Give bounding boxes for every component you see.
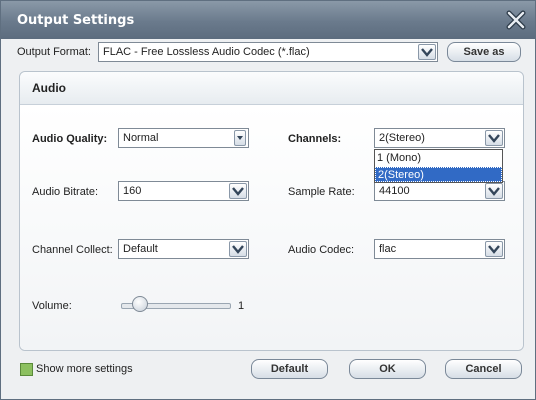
output-format-label: Output Format:: [17, 46, 91, 58]
audio-codec-select[interactable]: flac: [374, 239, 505, 259]
channels-select[interactable]: 2(Stereo): [374, 128, 505, 148]
chevron-down-icon[interactable]: [229, 241, 247, 257]
sample-rate-label: Sample Rate:: [288, 186, 355, 198]
audio-bitrate-value: 160: [123, 185, 142, 197]
volume-value: 1: [238, 300, 245, 312]
audio-codec-label: Audio Codec:: [288, 244, 355, 256]
output-settings-window: Output Settings Output Format: FLAC - Fr…: [0, 0, 536, 400]
title-bar: Output Settings: [1, 1, 535, 39]
audio-bitrate-select[interactable]: 160: [118, 181, 249, 201]
audio-quality-value: Normal: [123, 132, 159, 144]
cancel-button[interactable]: Cancel: [445, 359, 522, 379]
default-button[interactable]: Default: [251, 359, 328, 379]
chevron-down-icon[interactable]: [234, 130, 246, 146]
window-title: Output Settings: [17, 13, 135, 28]
close-icon[interactable]: [505, 9, 527, 31]
channels-dropdown-list: 1 (Mono) 2(Stereo): [374, 149, 503, 183]
show-more-checkbox[interactable]: [20, 363, 33, 376]
sample-rate-value: 44100: [379, 185, 410, 197]
volume-label: Volume:: [32, 300, 72, 312]
chevron-down-icon[interactable]: [485, 183, 503, 199]
chevron-down-icon[interactable]: [229, 183, 247, 199]
audio-bitrate-label: Audio Bitrate:: [32, 186, 99, 198]
audio-panel-header: Audio: [20, 72, 523, 105]
channels-option-mono[interactable]: 1 (Mono): [375, 151, 502, 166]
audio-panel-title: Audio: [32, 81, 66, 95]
sample-rate-select[interactable]: 44100: [374, 181, 505, 201]
audio-panel: Audio: [19, 71, 524, 351]
channels-label: Channels:: [288, 133, 342, 145]
volume-slider-thumb[interactable]: [132, 296, 148, 312]
chevron-down-icon[interactable]: [418, 44, 436, 60]
audio-quality-label: Audio Quality:: [32, 133, 108, 145]
audio-quality-select[interactable]: Normal: [118, 128, 249, 148]
channel-collect-value: Default: [123, 243, 158, 255]
channel-collect-select[interactable]: Default: [118, 239, 249, 259]
channel-collect-label: Channel Collect:: [32, 244, 113, 256]
channels-option-stereo[interactable]: 2(Stereo): [375, 167, 502, 182]
show-more-label: Show more settings: [36, 363, 133, 375]
ok-button[interactable]: OK: [349, 359, 426, 379]
output-format-value: FLAC - Free Lossless Audio Codec (*.flac…: [103, 46, 310, 58]
chevron-down-icon[interactable]: [485, 130, 503, 146]
output-format-select[interactable]: FLAC - Free Lossless Audio Codec (*.flac…: [98, 42, 438, 62]
channels-value: 2(Stereo): [379, 132, 425, 144]
audio-codec-value: flac: [379, 243, 397, 255]
chevron-down-icon[interactable]: [485, 241, 503, 257]
save-as-button[interactable]: Save as: [447, 42, 521, 62]
